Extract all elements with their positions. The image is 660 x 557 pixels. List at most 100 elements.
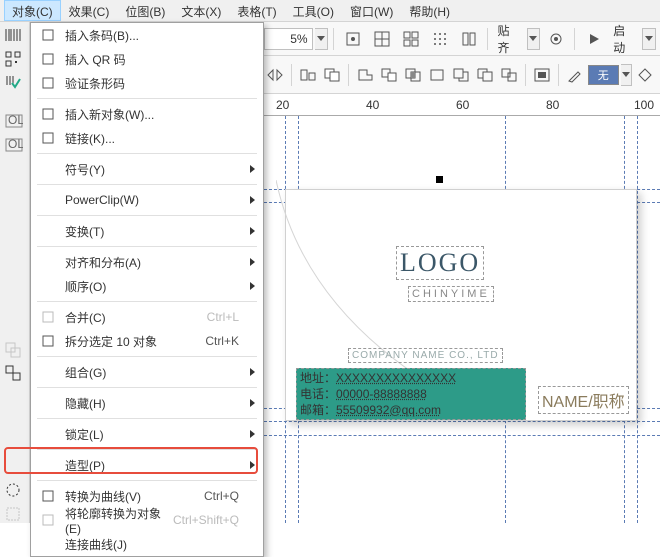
menu-bitmap[interactable]: 位图(B) [117,0,173,21]
menu-item[interactable]: PowerClip(W) [31,188,263,212]
grid2-icon[interactable] [397,25,424,53]
blank-icon [37,363,59,381]
grid1-icon[interactable] [368,25,395,53]
menu-table[interactable]: 表格(T) [229,0,284,21]
menu-effect[interactable]: 效果(C) [61,0,118,21]
combine-icon [37,308,59,326]
menu-item[interactable]: 验证条形码 [31,71,263,95]
outline-color[interactable]: 无 [588,65,619,85]
check-icon[interactable] [5,75,25,92]
shortcut: Ctrl+Q [204,489,239,503]
menu-item[interactable]: 造型(P) [31,453,263,477]
business-card[interactable]: LOGO CHINYIME COMPANY NAME CO., LTD 地址：X… [285,189,637,421]
left-panel: OLE OLE [0,22,30,523]
start-dropdown[interactable] [642,28,656,50]
curve-icon[interactable] [5,482,25,499]
menu-item[interactable]: 拆分选定 10 对象Ctrl+K [31,329,263,353]
barcode-check-icon [37,74,59,92]
menu-item-label: 验证条形码 [65,75,239,92]
boundary-icon[interactable] [498,61,520,89]
menu-item[interactable]: 连接曲线(J) [31,532,263,556]
link-icon [37,129,59,147]
align-dropdown[interactable] [527,28,541,50]
snap-icon[interactable] [339,25,366,53]
menu-item[interactable]: 组合(G) [31,360,263,384]
menu-window[interactable]: 窗口(W) [342,0,401,21]
blank-icon [37,425,59,443]
grid4-icon[interactable] [455,25,482,53]
blank-icon [37,222,59,240]
menu-item-label: 变换(T) [65,223,239,240]
menu-item-label: 隐藏(H) [65,395,239,412]
menu-item[interactable]: 符号(Y) [31,157,263,181]
break-icon[interactable] [5,365,25,382]
menu-item[interactable]: 插入条码(B)... [31,23,263,47]
contact-box[interactable]: 地址：XXXXXXXXXXXXXXX 电话：00000-88888888 邮箱：… [296,368,526,420]
barcode-icon [37,26,59,44]
outline-icon[interactable] [5,506,25,523]
ole-icon[interactable]: OLE [5,114,25,131]
guide-h[interactable] [264,421,660,422]
ole2-icon[interactable]: OLE [5,138,25,155]
menu-tools[interactable]: 工具(O) [285,0,342,21]
menu-text[interactable]: 文本(X) [173,0,229,21]
combine-icon[interactable] [5,342,25,359]
gear-icon[interactable] [542,25,569,53]
company-name[interactable]: COMPANY NAME CO., LTD [348,348,503,363]
menu-item[interactable]: 顺序(O) [31,274,263,298]
menu-item[interactable]: 变换(T) [31,219,263,243]
simplify-icon[interactable] [426,61,448,89]
chinese-name[interactable]: CHINYIME [408,286,494,302]
menu-item-label: 插入条码(B)... [65,27,239,44]
shortcut: Ctrl+K [205,334,239,348]
menu-item[interactable]: 对齐和分布(A) [31,250,263,274]
submenu-arrow-icon [250,399,255,407]
guide-h[interactable] [264,435,660,436]
align-label: 贴齐 [493,22,524,56]
menu-item[interactable]: 隐藏(H) [31,391,263,415]
zoom-input[interactable]: 5% [264,28,313,50]
flip-h-icon[interactable] [264,61,286,89]
menu-item[interactable]: 锁定(L) [31,422,263,446]
grid3-icon[interactable] [426,25,453,53]
object-menu: 插入条码(B)... 插入 QR 码验证条形码插入新对象(W)...链接(K)..… [30,22,264,557]
submenu-arrow-icon [250,461,255,469]
start-label: 启动 [609,22,640,56]
back-minus-icon[interactable] [474,61,496,89]
svg-text:OLE: OLE [8,138,23,151]
play-icon[interactable] [580,25,607,53]
menu-item[interactable]: 插入 QR 码 [31,47,263,71]
intersect-icon[interactable] [402,61,424,89]
pen-icon[interactable] [564,61,586,89]
fill-icon[interactable] [634,61,656,89]
guide-v[interactable] [637,116,638,523]
menu-item-label: 组合(G) [65,364,239,381]
menu-object[interactable]: 对象(C) [4,0,61,21]
zoom-dropdown[interactable] [315,28,329,50]
ruler-horizontal: 20 40 60 80 100 [264,94,660,116]
submenu-arrow-icon [250,258,255,266]
qr-icon [37,50,59,68]
submenu-arrow-icon [250,165,255,173]
menubar: 对象(C) 效果(C) 位图(B) 文本(X) 表格(T) 工具(O) 窗口(W… [0,0,660,22]
menu-help[interactable]: 帮助(H) [401,0,458,21]
front-minus-icon[interactable] [450,61,472,89]
blank-icon [37,253,59,271]
menu-item-label: 将轮廓转换为对象(E) [65,505,173,536]
weld-icon[interactable] [354,61,376,89]
qr-icon[interactable] [5,51,25,68]
align-obj-icon[interactable] [297,61,319,89]
menu-item[interactable]: 插入新对象(W)... [31,102,263,126]
outline-dropdown[interactable] [621,64,632,86]
barcode-icon[interactable] [5,28,25,45]
menu-item: 合并(C)Ctrl+L [31,305,263,329]
logo-text[interactable]: LOGO [396,246,484,280]
clip-icon[interactable] [531,61,553,89]
menu-item-label: 锁定(L) [65,426,239,443]
blank-icon [37,456,59,474]
order-icon[interactable] [321,61,343,89]
blank-icon [37,394,59,412]
name-title[interactable]: NAME/职称 [538,386,629,414]
menu-item[interactable]: 链接(K)... [31,126,263,150]
trim-icon[interactable] [378,61,400,89]
